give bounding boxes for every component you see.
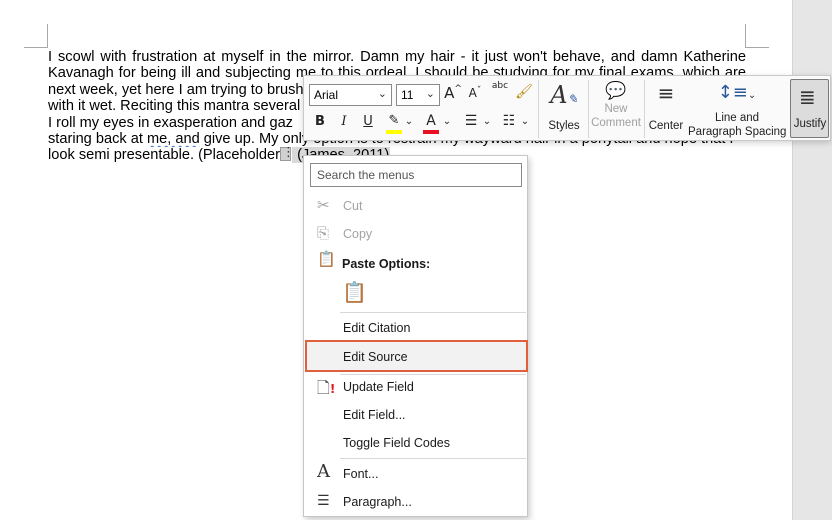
paragraph-icon: ☰ [317,493,330,509]
highlight-button[interactable]: ✎ [384,113,404,135]
search-menus-input[interactable]: Search the menus [310,163,522,187]
chevron-down-icon[interactable]: ⌄ [482,116,492,127]
underline-button[interactable]: U [360,114,376,134]
styles-label: Styles [548,120,580,132]
chevron-down-icon[interactable]: ⌄ [520,116,530,127]
field-handle-icon[interactable] [280,147,295,162]
chevron-down-icon[interactable]: ⌄ [404,116,414,127]
grammar-flag[interactable]: me, and [147,131,200,147]
menu-item-update-field[interactable]: 🗋! Update Field [305,373,526,401]
menu-item-toggle-field-codes[interactable]: Toggle Field Codes [305,429,526,457]
font-size-box[interactable]: 11 ⌄ [396,84,440,106]
justify-button[interactable]: ≣ Justify [790,79,829,138]
menu-item-paragraph[interactable]: ☰ Paragraph... [305,488,526,516]
bullet-list-icon: ☰ [464,113,478,129]
font-icon: A [317,461,330,482]
shrink-font-button[interactable]: Aˇ [466,86,484,106]
clear-formatting-button[interactable]: abc [490,81,510,104]
new-comment-icon: 💬 [605,81,627,101]
edit-source-label: Edit Source [343,350,408,364]
line-spacing-label-2: Paragraph Spacing [688,126,787,138]
format-painter-button[interactable]: 🖌 [514,84,534,104]
line-spacing-icon: ↕≡⌄ [717,82,757,103]
new-comment-button[interactable]: 💬 New Comment [590,82,642,138]
highlighter-icon: ✎ [388,113,400,128]
doc-line-7-start: look semi presentable. (Placeholder [48,147,281,164]
menu-separator [340,458,526,459]
shrink-font-icon: A [468,86,477,100]
clear-formatting-icon: abc [491,81,509,91]
paragraph-label: Paragraph... [343,495,412,509]
font-size-value: 11 [401,88,414,102]
menu-item-cut[interactable]: ✂ Cut [305,192,526,220]
chevron-down-icon[interactable]: ⌄ [378,87,387,100]
edit-citation-label: Edit Citation [343,321,411,335]
underline-icon: U [363,114,373,129]
copy-label: Copy [343,227,373,241]
font-color-swatch [423,130,439,134]
bold-icon: B [315,114,325,129]
line-spacing-button[interactable]: ↕≡⌄ Line and Paragraph Spacing [688,82,786,138]
cut-label: Cut [343,199,363,213]
mini-toolbar: Arial ⌄ 11 ⌄ A^ Aˇ abc 🖌 B I U ✎ ⌄ A ⌄ ☰… [303,75,831,141]
line-spacing-label-1: Line and [714,112,760,124]
context-menu: Search the menus ✂ Cut ⎘ Copy 📋 Paste Op… [303,155,528,517]
align-justify-icon: ≣ [799,85,816,109]
styles-button[interactable]: A✎ Styles [544,82,584,138]
toolbar-separator [588,80,589,138]
justify-label: Justify [793,118,827,130]
bullets-button[interactable]: ☰ [460,113,482,135]
align-center-icon: ≡ [657,81,675,105]
new-comment-label-2: Comment [591,117,641,129]
doc-line-6-start: staring back at [48,130,143,147]
chevron-down-icon[interactable]: ⌄ [426,87,435,100]
toggle-field-codes-label: Toggle Field Codes [343,436,451,450]
menu-item-edit-source[interactable]: Edit Source [305,340,528,372]
margin-corner-top-left [24,24,48,48]
copy-icon: ⎘ [317,224,330,242]
menu-item-copy[interactable]: ⎘ Copy [305,220,526,248]
font-label: Font... [343,467,379,481]
italic-button[interactable]: I [336,114,352,134]
numbered-list-icon: ☷ [502,113,516,129]
update-field-label: Update Field [343,380,414,394]
font-name-box[interactable]: Arial ⌄ [309,84,392,106]
bold-button[interactable]: B [312,114,328,134]
font-color-button[interactable]: A [422,113,440,135]
menu-item-edit-field[interactable]: Edit Field... [305,401,526,429]
doc-line-1: I scowl with frustration at myself in th… [48,49,746,65]
menu-item-edit-citation[interactable]: Edit Citation [305,314,526,342]
edit-field-label: Edit Field... [343,408,406,422]
center-button[interactable]: ≡ Center [646,82,686,138]
update-field-icon: 🗋! [317,378,336,397]
center-label: Center [648,120,684,132]
menu-separator [340,312,526,313]
italic-icon: I [341,114,347,129]
scissors-icon: ✂ [317,196,330,214]
styles-icon: A✎ [550,81,578,109]
numbering-button[interactable]: ☷ [498,113,520,135]
grow-font-button[interactable]: A^ [444,84,462,104]
format-painter-icon: 🖌 [515,84,533,100]
paste-options-label: Paste Options: [342,257,431,271]
clipboard-icon: 📋 [317,250,336,268]
menu-item-font[interactable]: A Font... [305,460,526,488]
toolbar-separator [644,80,645,138]
font-color-icon: A [426,113,436,129]
grow-font-icon: A [444,84,455,102]
toolbar-separator [538,80,539,138]
new-comment-label-1: New [604,103,628,115]
paste-keep-text-icon[interactable]: 📋 [342,280,367,306]
highlight-color-swatch [386,130,402,134]
font-name-value: Arial [314,88,339,102]
chevron-down-icon[interactable]: ⌄ [442,116,452,127]
margin-corner-top-right [745,24,769,48]
